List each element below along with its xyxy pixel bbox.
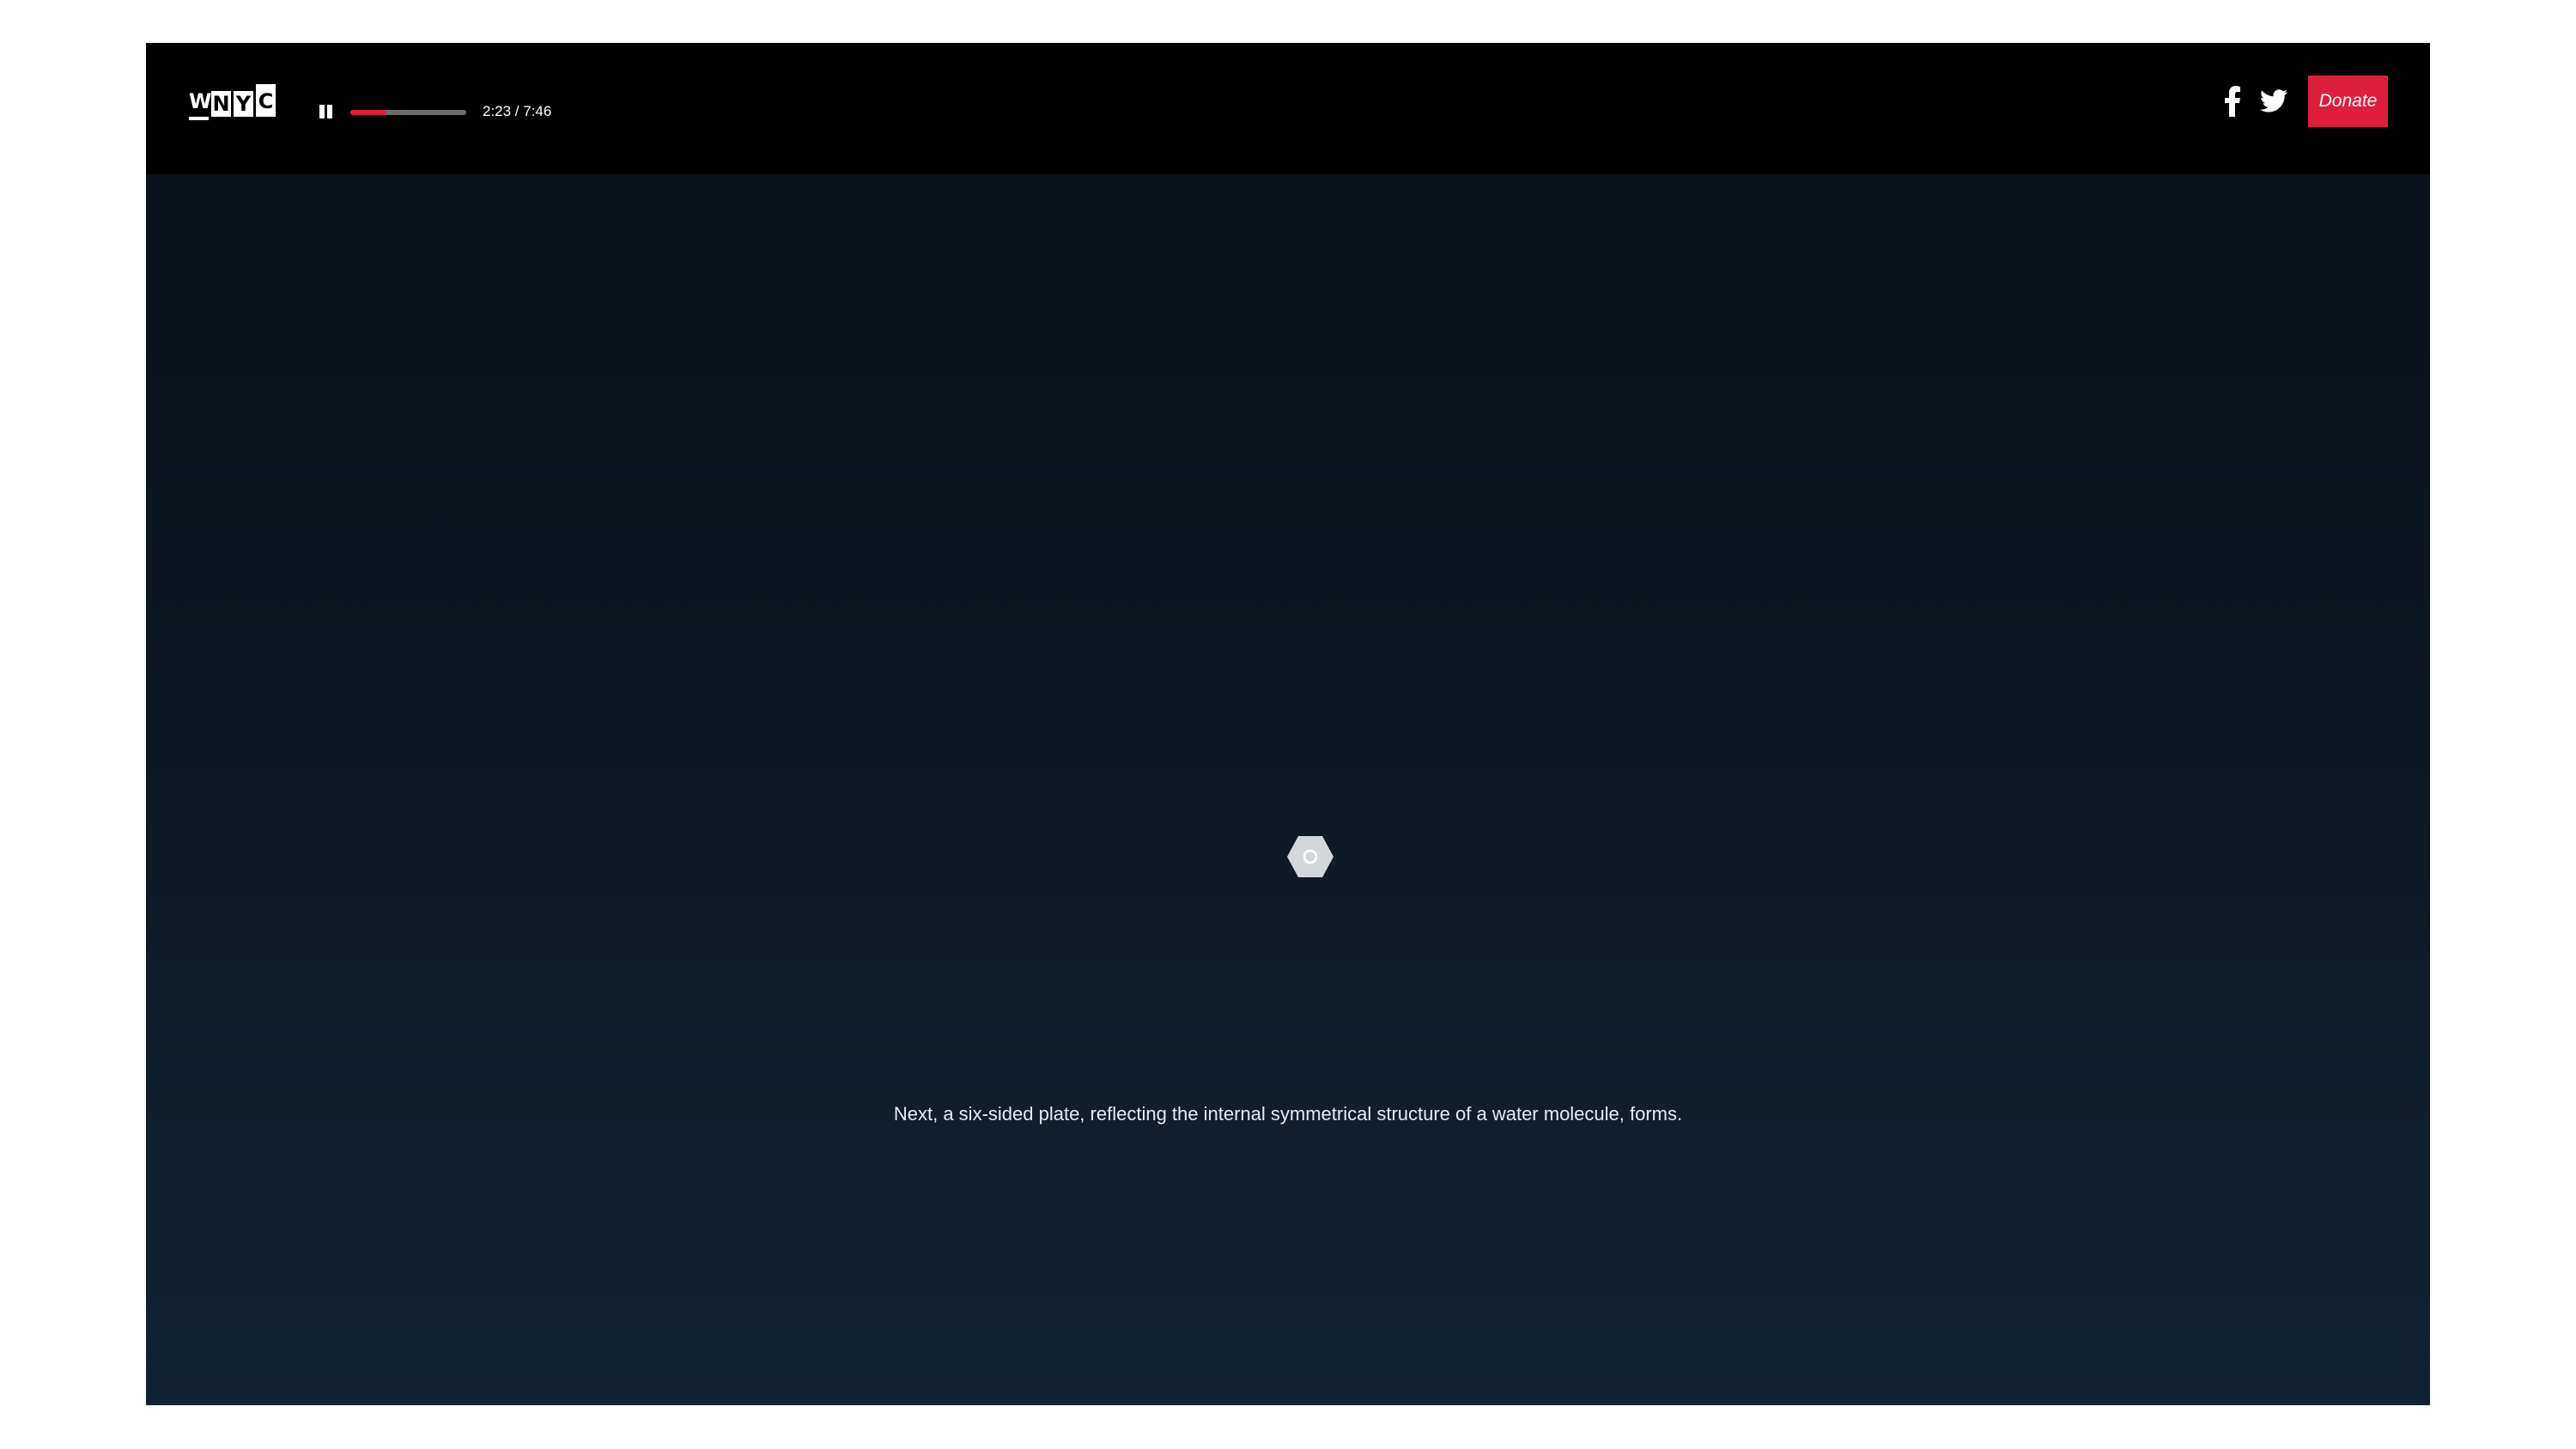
audio-progress-fill xyxy=(350,110,386,115)
story-frame: W N Y C 2:23 / 7:46 Donate Next, a six-s… xyxy=(146,43,2430,1405)
audio-time-display: 2:23 / 7:46 xyxy=(483,103,552,119)
logo-letter-c: C xyxy=(256,84,276,117)
donate-button[interactable]: Donate xyxy=(2308,76,2388,127)
pause-button[interactable] xyxy=(318,103,335,120)
narration-caption: Next, a six-sided plate, reflecting the … xyxy=(893,1103,1683,1125)
facebook-share-button[interactable] xyxy=(2224,86,2241,117)
audio-progress-bar[interactable] xyxy=(350,110,466,115)
animation-stage: Next, a six-sided plate, reflecting the … xyxy=(146,174,2430,1405)
logo-letter-n: N xyxy=(211,91,231,117)
pause-icon-bar xyxy=(327,105,332,118)
twitter-share-button[interactable] xyxy=(2259,89,2287,113)
top-bar: W N Y C 2:23 / 7:46 Donate xyxy=(146,43,2430,174)
twitter-icon xyxy=(2259,89,2287,112)
logo-letter-w: W xyxy=(189,88,211,120)
logo-letter-y: Y xyxy=(234,91,253,117)
facebook-icon xyxy=(2225,86,2240,117)
pause-icon xyxy=(319,105,325,118)
wnyc-logo[interactable]: W N Y C xyxy=(189,84,278,120)
hexagon-plate-icon xyxy=(1287,836,1334,877)
